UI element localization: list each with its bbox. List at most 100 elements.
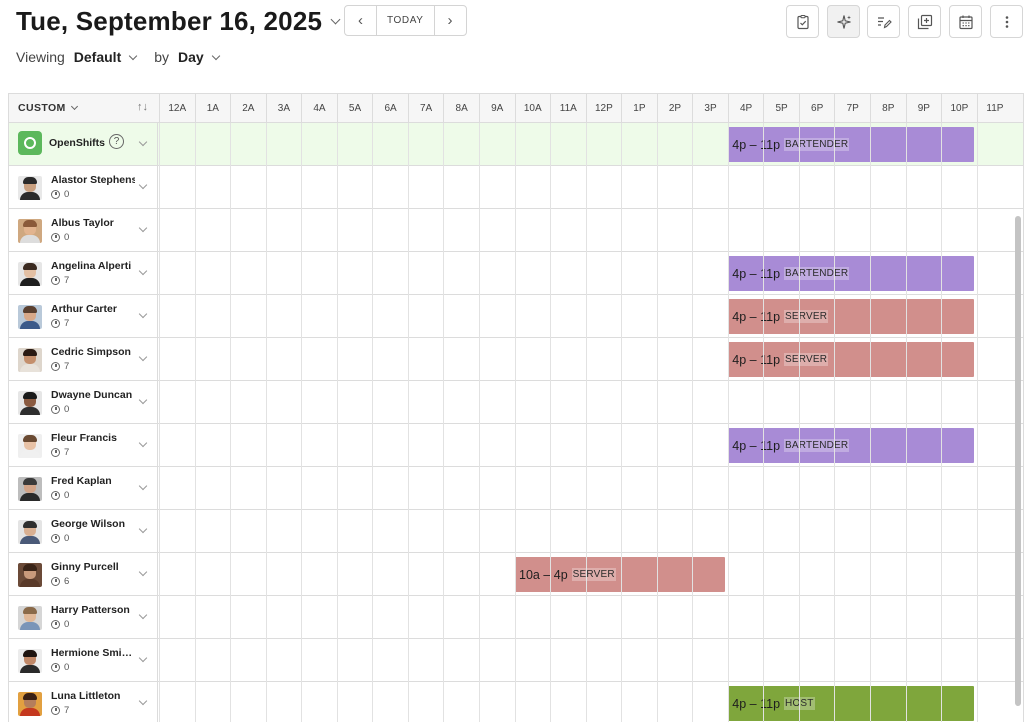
employee-name: Angelina Alperti [51, 260, 132, 272]
date-picker[interactable]: Tue, September 16, 2025 [16, 6, 341, 37]
shift-block[interactable]: 10a – 4p SERVER [515, 557, 726, 592]
employee-name: Fleur Francis [51, 432, 117, 444]
open-shifts-icon [18, 131, 42, 155]
employee-cell[interactable]: Dwayne Duncan 0 [9, 381, 158, 423]
hour-gridline [407, 123, 409, 722]
more-options-button[interactable] [990, 5, 1023, 38]
clock-icon [51, 233, 60, 242]
chevron-down-icon[interactable] [330, 14, 341, 25]
employee-cell[interactable]: Albus Taylor 0 [9, 209, 158, 251]
shift-time: 4p – 11p [732, 696, 781, 711]
avatar [18, 305, 42, 329]
shift-block[interactable]: 4p – 11p BARTENDER [728, 256, 975, 291]
employee-hours: 0 [51, 404, 69, 415]
today-button[interactable]: TODAY [376, 6, 435, 35]
chevron-down-icon[interactable] [138, 266, 148, 276]
shift-time: 4p – 11p [732, 352, 781, 367]
hour-header: 12A [159, 94, 195, 123]
hour-header: 11A [550, 94, 586, 123]
avatar [18, 348, 42, 372]
hour-gridline [372, 123, 374, 722]
avatar [18, 219, 42, 243]
chevron-down-icon[interactable] [138, 610, 148, 620]
chevron-down-icon[interactable] [138, 352, 148, 362]
vertical-scrollbar[interactable] [1015, 216, 1021, 706]
date-navigation: ‹ TODAY › [344, 5, 467, 36]
chevron-down-icon[interactable] [138, 309, 148, 319]
employee-name: Arthur Carter [51, 303, 117, 315]
shift-block[interactable]: 4p – 11pHOST [728, 686, 975, 721]
publish-button[interactable] [786, 5, 819, 38]
hour-header: 10P [941, 94, 977, 123]
hour-gridline [478, 123, 480, 722]
page-title: Tue, September 16, 2025 [16, 6, 323, 36]
chevron-down-icon[interactable] [138, 524, 148, 534]
employee-cell[interactable]: Angelina Alperti 7 [9, 252, 158, 294]
chevron-down-icon[interactable] [138, 180, 148, 190]
copy-schedule-button[interactable] [908, 5, 941, 38]
chevron-down-icon[interactable] [138, 395, 148, 405]
employee-name: Cedric Simpson [51, 346, 131, 358]
next-day-button[interactable]: › [435, 6, 466, 35]
hour-header: 3P [692, 94, 728, 123]
chevron-down-icon[interactable] [138, 481, 148, 491]
chevron-down-icon[interactable] [138, 223, 148, 233]
employee-cell[interactable]: Harry Patterson 0 [9, 596, 158, 638]
chevron-down-icon[interactable] [138, 137, 148, 147]
edit-schedule-button[interactable] [867, 5, 900, 38]
hour-gridline [550, 123, 552, 722]
clock-icon [51, 706, 60, 715]
shift-position: BARTENDER [784, 138, 850, 151]
employee-hours: 0 [51, 490, 69, 501]
employee-cell[interactable]: Ginny Purcell 6 [9, 553, 158, 595]
employee-cell[interactable]: Fred Kaplan 0 [9, 467, 158, 509]
clock-icon [51, 577, 60, 586]
clock-icon [51, 276, 60, 285]
shift-time: 10a – 4p [519, 567, 568, 582]
hour-header: 8P [870, 94, 906, 123]
open-shifts-cell[interactable]: OpenShifts? [9, 123, 158, 165]
employee-hours: 0 [51, 662, 69, 673]
employee-name: Hermione Smi… [51, 647, 133, 659]
hour-gridline [870, 123, 871, 722]
sort-select[interactable]: CUSTOM [18, 102, 78, 114]
employee-cell[interactable]: George Wilson 0 [9, 510, 158, 552]
shift-block[interactable]: 4p – 11p SERVER [728, 299, 975, 334]
calendar-icon [958, 15, 973, 29]
clipboard-check-icon [796, 14, 809, 29]
employee-cell[interactable]: Hermione Smi… 0 [9, 639, 158, 681]
employee-cell[interactable]: Arthur Carter 7 [9, 295, 158, 337]
employee-cell[interactable]: Fleur Francis 7 [9, 424, 158, 466]
hour-gridline [905, 123, 907, 722]
chevron-down-icon[interactable] [138, 438, 148, 448]
avatar [18, 606, 42, 630]
sort-arrows-icon[interactable]: ↑↓ [137, 101, 148, 113]
avatar [18, 477, 42, 501]
shift-time: 4p – 11p [732, 309, 781, 324]
hour-header: 6P [798, 94, 835, 123]
hour-gridline [336, 123, 338, 722]
employee-cell[interactable]: Luna Littleton 7 [9, 682, 158, 722]
employee-cell[interactable]: Alastor Stephens 0 [9, 166, 158, 208]
employee-hours: 0 [51, 232, 69, 243]
edit-list-icon [877, 16, 892, 28]
clock-icon [51, 620, 60, 629]
hour-gridline [941, 123, 943, 722]
prev-day-button[interactable]: ‹ [345, 6, 376, 35]
calendar-button[interactable] [949, 5, 982, 38]
hour-gridline [265, 123, 267, 722]
chevron-down-icon[interactable] [138, 653, 148, 663]
chevron-down-icon[interactable] [138, 696, 148, 706]
chevron-down-icon[interactable] [138, 567, 148, 577]
chevron-down-icon[interactable] [211, 51, 220, 60]
group-by-select[interactable]: Day [178, 49, 204, 65]
shift-block[interactable]: 4p – 11p SERVER [728, 342, 975, 377]
hour-header: 4A [301, 94, 337, 123]
chevron-down-icon[interactable] [128, 51, 138, 60]
employee-cell[interactable]: Cedric Simpson 7 [9, 338, 158, 380]
help-icon[interactable]: ? [109, 134, 124, 149]
auto-schedule-button[interactable] [827, 5, 860, 38]
shift-block[interactable]: 4p – 11p BARTENDER [728, 428, 975, 463]
shift-block[interactable]: 4p – 11p BARTENDER [728, 127, 975, 162]
view-select[interactable]: Default [74, 49, 121, 65]
